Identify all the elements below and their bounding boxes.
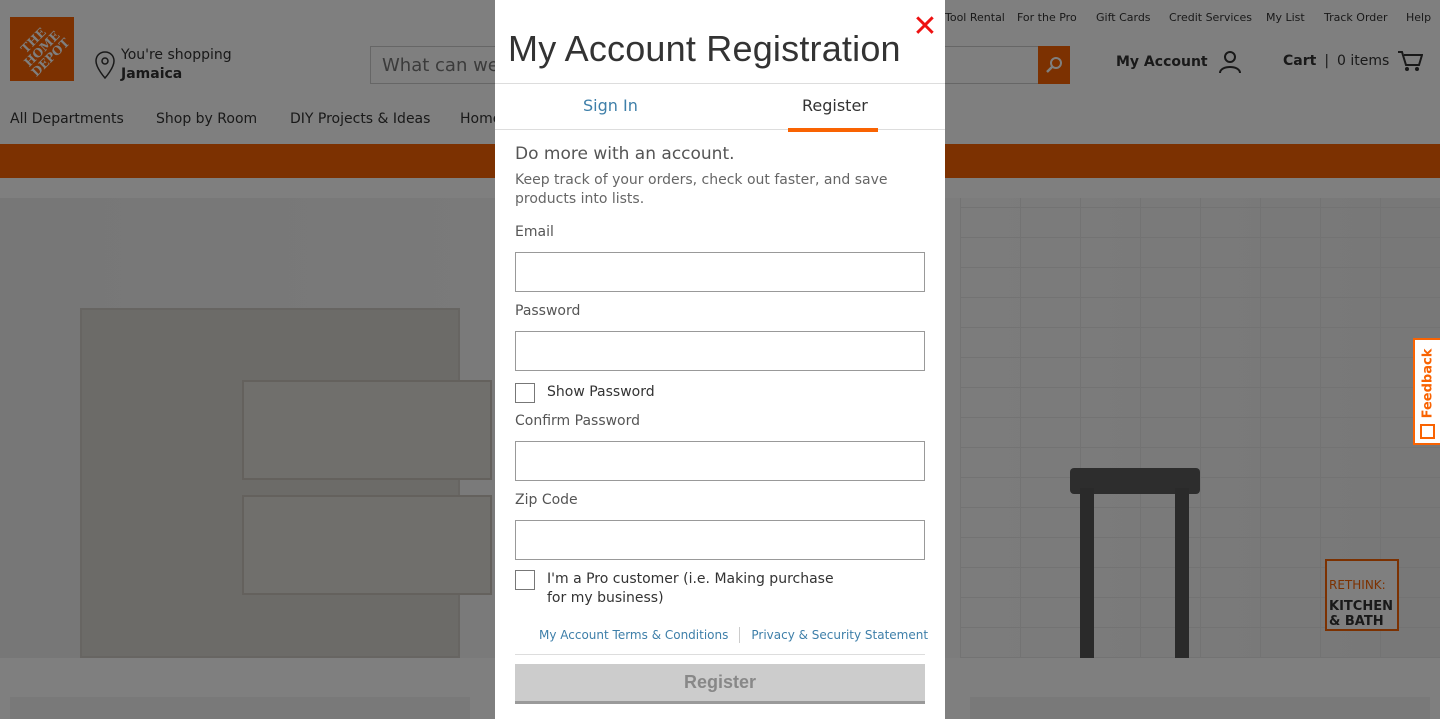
show-password-label[interactable]: Show Password bbox=[547, 383, 655, 402]
confirm-password-label: Confirm Password bbox=[515, 413, 641, 429]
show-password-checkbox[interactable] bbox=[515, 383, 535, 403]
link-separator bbox=[739, 627, 741, 643]
password-field[interactable] bbox=[515, 331, 925, 371]
feedback-tab[interactable]: Feedback bbox=[1413, 338, 1440, 445]
email-field[interactable] bbox=[515, 252, 925, 292]
pro-customer-label[interactable]: I'm a Pro customer (i.e. Making purchase… bbox=[547, 570, 845, 608]
privacy-link[interactable]: Privacy & Security Statement bbox=[751, 628, 928, 642]
zip-code-field[interactable] bbox=[515, 520, 925, 560]
email-label: Email bbox=[515, 224, 554, 240]
feedback-icon bbox=[1420, 424, 1435, 439]
pro-customer-row: I'm a Pro customer (i.e. Making purchase… bbox=[515, 570, 845, 608]
divider bbox=[515, 654, 925, 655]
zip-code-label: Zip Code bbox=[515, 492, 578, 508]
active-tab-indicator bbox=[788, 128, 878, 132]
terms-link[interactable]: My Account Terms & Conditions bbox=[539, 628, 728, 642]
intro-text: Keep track of your orders, check out fas… bbox=[515, 172, 888, 207]
confirm-password-field[interactable] bbox=[515, 441, 925, 481]
feedback-label: Feedback bbox=[1420, 348, 1436, 419]
show-password-row: Show Password bbox=[515, 383, 655, 403]
password-label: Password bbox=[515, 303, 581, 319]
tab-register[interactable]: Register bbox=[802, 96, 868, 115]
auth-tabs: Sign In Register bbox=[495, 83, 945, 130]
legal-links: My Account Terms & Conditions Privacy & … bbox=[539, 627, 928, 643]
tab-sign-in[interactable]: Sign In bbox=[583, 96, 638, 115]
intro-heading: Do more with an account. bbox=[515, 144, 735, 164]
registration-modal: My Account Registration ✕ Sign In Regist… bbox=[495, 0, 945, 719]
modal-title: My Account Registration bbox=[508, 28, 901, 69]
register-button[interactable]: Register bbox=[515, 664, 925, 704]
close-icon[interactable]: ✕ bbox=[912, 12, 938, 42]
pro-customer-checkbox[interactable] bbox=[515, 570, 535, 590]
